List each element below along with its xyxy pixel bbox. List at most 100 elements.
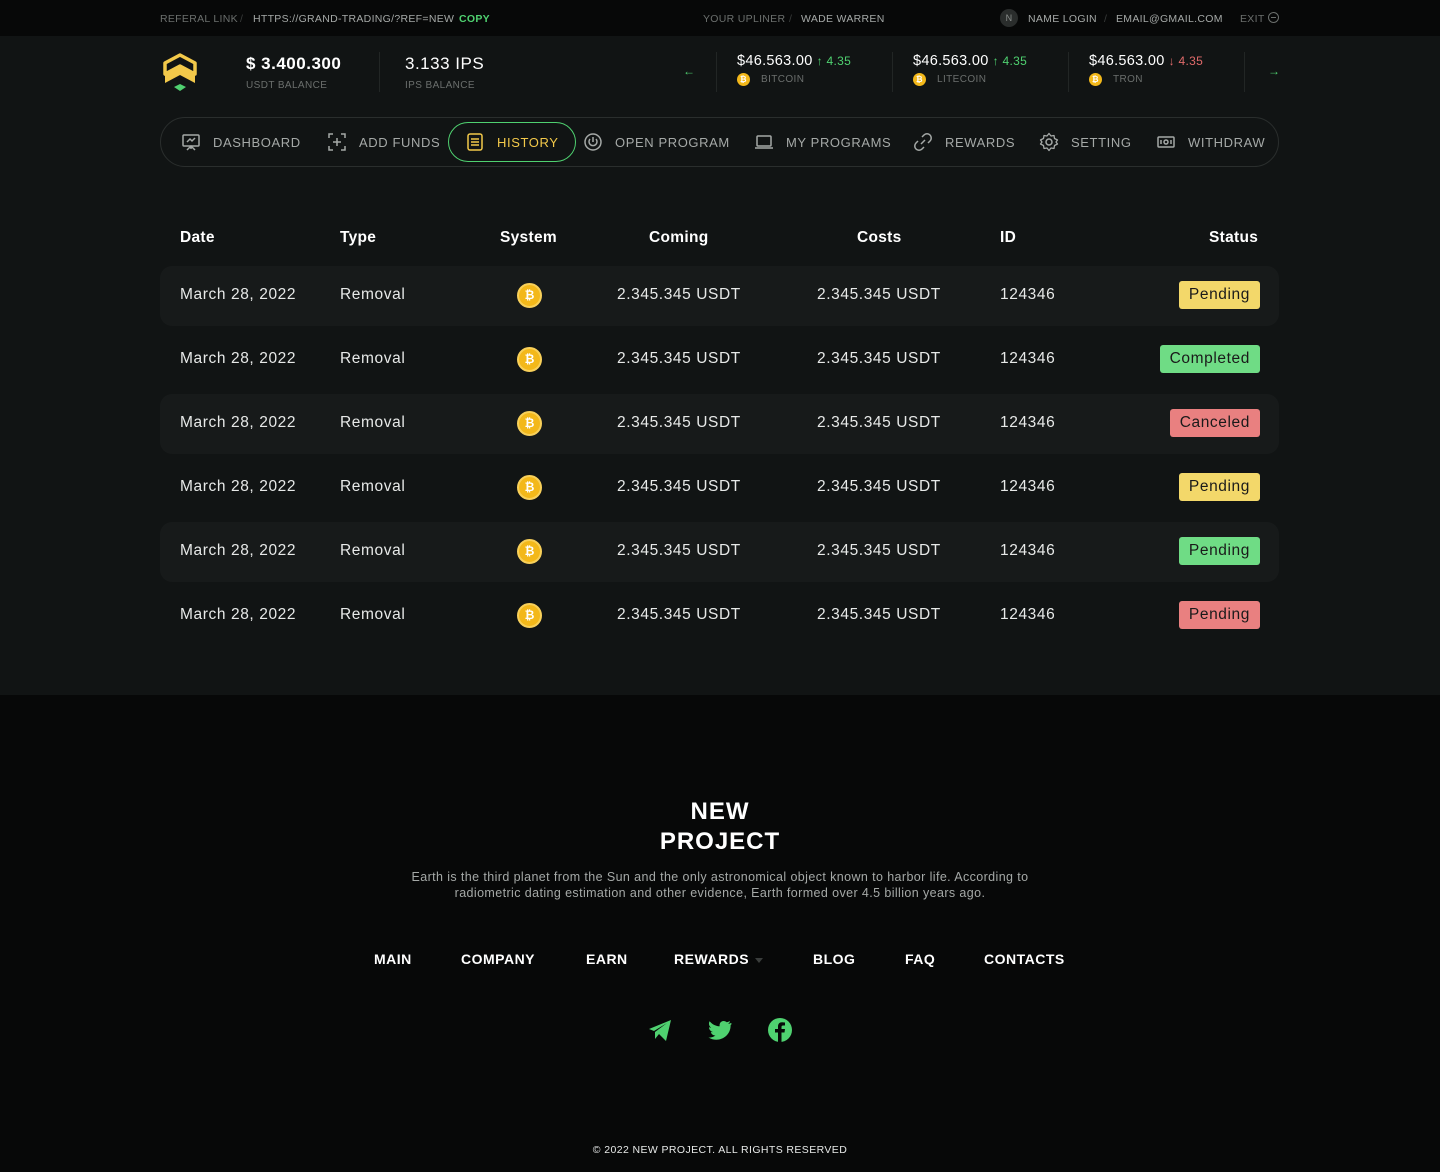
- ticker-price: $46.563.00: [1089, 53, 1165, 69]
- add-funds-icon: [328, 133, 346, 151]
- footer-link-earn[interactable]: EARN: [586, 951, 628, 967]
- nav-open-program[interactable]: OPEN PROGRAM: [583, 122, 730, 162]
- table-row: March 28, 2022 Removal 2.345.345 USDT 2.…: [160, 586, 1279, 646]
- cell-type: Removal: [340, 478, 406, 495]
- referal-url[interactable]: HTTPS://GRAND-TRADING/?REF=NEW: [253, 13, 454, 25]
- ticker-next-arrow-icon[interactable]: →: [1268, 64, 1280, 78]
- cell-date: March 28, 2022: [180, 350, 297, 367]
- top-bar: REFERAL LINK / HTTPS://GRAND-TRADING/?RE…: [0, 0, 1440, 36]
- referal-label: REFERAL LINK: [160, 13, 238, 25]
- telegram-icon[interactable]: [647, 1017, 673, 1043]
- nav-add-funds[interactable]: ADD FUNDS: [327, 122, 440, 162]
- ips-balance: 3.133 IPS IPS BALANCE: [405, 54, 484, 91]
- copyright: © 2022 NEW PROJECT. ALL RIGHTS RESERVED: [592, 1144, 848, 1156]
- copy-link-button[interactable]: COPY: [459, 13, 490, 25]
- nav-history[interactable]: HISTORY: [448, 122, 576, 162]
- cell-costs: 2.345.345 USDT: [817, 414, 941, 431]
- footer-description: Earth is the third planet from the Sun a…: [390, 869, 1050, 901]
- divider: [892, 52, 893, 92]
- exit-button[interactable]: EXIT: [1240, 13, 1265, 25]
- footer-link-blog[interactable]: BLOG: [813, 951, 855, 967]
- gear-icon: [1039, 132, 1059, 152]
- upliner-name: WADE WARREN: [801, 13, 885, 25]
- nav-setting[interactable]: SETTING: [1039, 122, 1132, 162]
- cell-coming: 2.345.345 USDT: [617, 286, 741, 303]
- status-badge: Canceled: [1169, 409, 1260, 437]
- ticker-change: ↑ 4.35: [992, 54, 1028, 68]
- footer-link-main[interactable]: MAIN: [374, 951, 412, 967]
- ticker-prev-arrow-icon[interactable]: ←: [683, 64, 695, 78]
- bitcoin-icon: [517, 411, 542, 436]
- usdt-balance-label: USDT BALANCE: [246, 80, 328, 91]
- bitcoin-icon: [737, 73, 750, 86]
- table-row: March 28, 2022 Removal 2.345.345 USDT 2.…: [160, 330, 1279, 390]
- bitcoin-icon: [517, 539, 542, 564]
- usdt-balance-value: $ 3.400.300: [246, 54, 342, 73]
- cell-coming: 2.345.345 USDT: [617, 350, 741, 367]
- nav-withdraw[interactable]: WITHDRAW: [1156, 122, 1265, 162]
- column-header-date: Date: [180, 229, 215, 246]
- cell-date: March 28, 2022: [180, 478, 297, 495]
- column-header-coming: Coming: [649, 229, 709, 246]
- footer-link-faq[interactable]: FAQ: [905, 951, 935, 967]
- divider: [1068, 52, 1069, 92]
- footer-title-line2: PROJECT: [659, 828, 781, 855]
- column-header-system: System: [500, 229, 557, 246]
- cell-coming: 2.345.345 USDT: [617, 414, 741, 431]
- cell-date: March 28, 2022: [180, 606, 297, 623]
- exit-icon[interactable]: [1268, 12, 1279, 23]
- laptop-icon: [755, 135, 773, 149]
- nav-label: HISTORY: [497, 134, 559, 150]
- column-header-type: Type: [340, 229, 377, 246]
- footer-link-company[interactable]: COMPANY: [461, 951, 535, 967]
- avatar[interactable]: N: [1000, 9, 1018, 27]
- twitter-icon[interactable]: [707, 1017, 733, 1043]
- ticker-bitcoin: $46.563.00↑ 4.35 BITCOIN: [737, 53, 851, 86]
- cell-id: 124346: [1000, 286, 1056, 303]
- nav-label: ADD FUNDS: [359, 134, 441, 150]
- nav-label: OPEN PROGRAM: [615, 134, 730, 150]
- status-badge: Pending: [1178, 537, 1260, 565]
- cell-date: March 28, 2022: [180, 286, 297, 303]
- ticker-name: TRON: [1113, 74, 1143, 85]
- nav-label: WITHDRAW: [1188, 134, 1266, 150]
- history-list-icon: [467, 133, 483, 151]
- ips-balance-label: IPS BALANCE: [405, 80, 475, 91]
- divider: [1244, 52, 1245, 92]
- cell-id: 124346: [1000, 606, 1056, 623]
- ticker-name: LITECOIN: [937, 74, 987, 85]
- cell-type: Removal: [340, 286, 406, 303]
- bitcoin-icon: [1089, 73, 1102, 86]
- cell-type: Removal: [340, 542, 406, 559]
- cell-type: Removal: [340, 414, 406, 431]
- cell-type: Removal: [340, 350, 406, 367]
- cell-id: 124346: [1000, 542, 1056, 559]
- divider: [379, 52, 380, 92]
- nav-label: SETTING: [1071, 134, 1132, 150]
- cell-date: March 28, 2022: [180, 542, 297, 559]
- cell-coming: 2.345.345 USDT: [617, 606, 741, 623]
- ticker-change: ↑ 4.35: [816, 54, 852, 68]
- cell-costs: 2.345.345 USDT: [817, 350, 941, 367]
- presentation-icon: [182, 134, 200, 151]
- user-email: EMAIL@GMAIL.COM: [1116, 13, 1223, 25]
- nav-rewards[interactable]: REWARDS: [913, 122, 1015, 162]
- facebook-icon[interactable]: [767, 1017, 793, 1043]
- column-header-status: Status: [1209, 229, 1259, 246]
- status-badge: Completed: [1159, 345, 1260, 373]
- logo-icon[interactable]: [162, 53, 198, 93]
- nav-my-programs[interactable]: MY PROGRAMS: [754, 122, 891, 162]
- bitcoin-icon: [517, 283, 542, 308]
- nav-dashboard[interactable]: DASHBOARD: [181, 122, 301, 162]
- footer-link-rewards[interactable]: REWARDS: [674, 951, 764, 967]
- ticker-name: BITCOIN: [761, 74, 805, 85]
- footer-description-line: radiometric dating estimation and other …: [454, 886, 986, 900]
- cell-coming: 2.345.345 USDT: [617, 478, 741, 495]
- separator: /: [240, 13, 244, 25]
- footer-link-contacts[interactable]: CONTACTS: [984, 951, 1065, 967]
- name-login[interactable]: NAME LOGIN: [1028, 13, 1097, 25]
- bitcoin-icon: [517, 475, 542, 500]
- bitcoin-icon: [517, 603, 542, 628]
- link-icon: [914, 133, 932, 151]
- table-row: March 28, 2022 Removal 2.345.345 USDT 2.…: [160, 394, 1279, 454]
